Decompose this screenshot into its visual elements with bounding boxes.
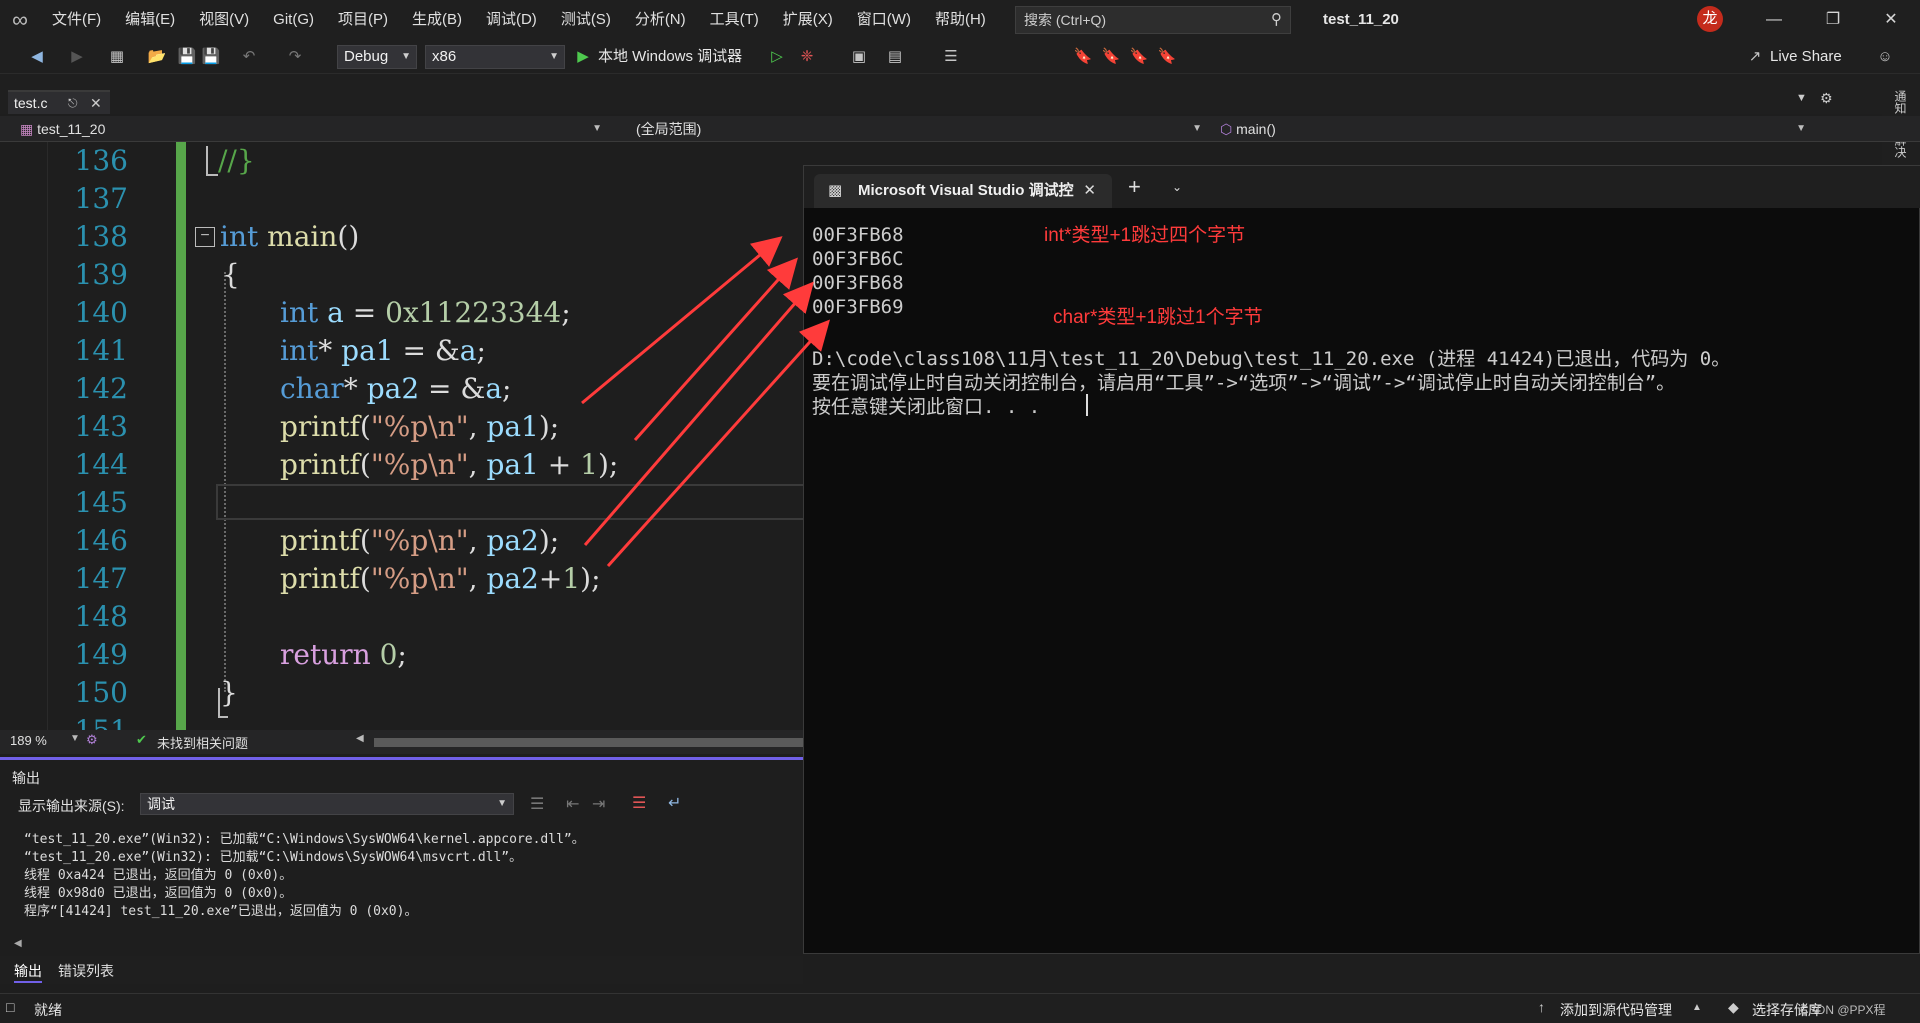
status-bar: □ 就绪 ↑ 添加到源代码管理 ▲ ◆ 选择存储库 CSDN @PPX程 (0, 993, 1920, 1023)
arrow-line-144 (633, 257, 798, 441)
add-source-control-button[interactable]: 添加到源代码管理 (1560, 1000, 1672, 1020)
arrow-line-147 (606, 319, 831, 568)
arrow-up-icon: ↑ (1538, 999, 1545, 1015)
status-ready: 就绪 (34, 1002, 62, 1018)
status-ready-icon: □ (6, 999, 15, 1015)
arrow-line-143 (581, 236, 783, 405)
arrow-line-146 (583, 281, 814, 546)
annotation-arrows (581, 236, 831, 568)
git-repo-icon: ◆ (1728, 999, 1739, 1015)
watermark-text: CSDN @PPX程 (1800, 1003, 1886, 1017)
caret-up-icon[interactable]: ▲ (1692, 1002, 1702, 1013)
